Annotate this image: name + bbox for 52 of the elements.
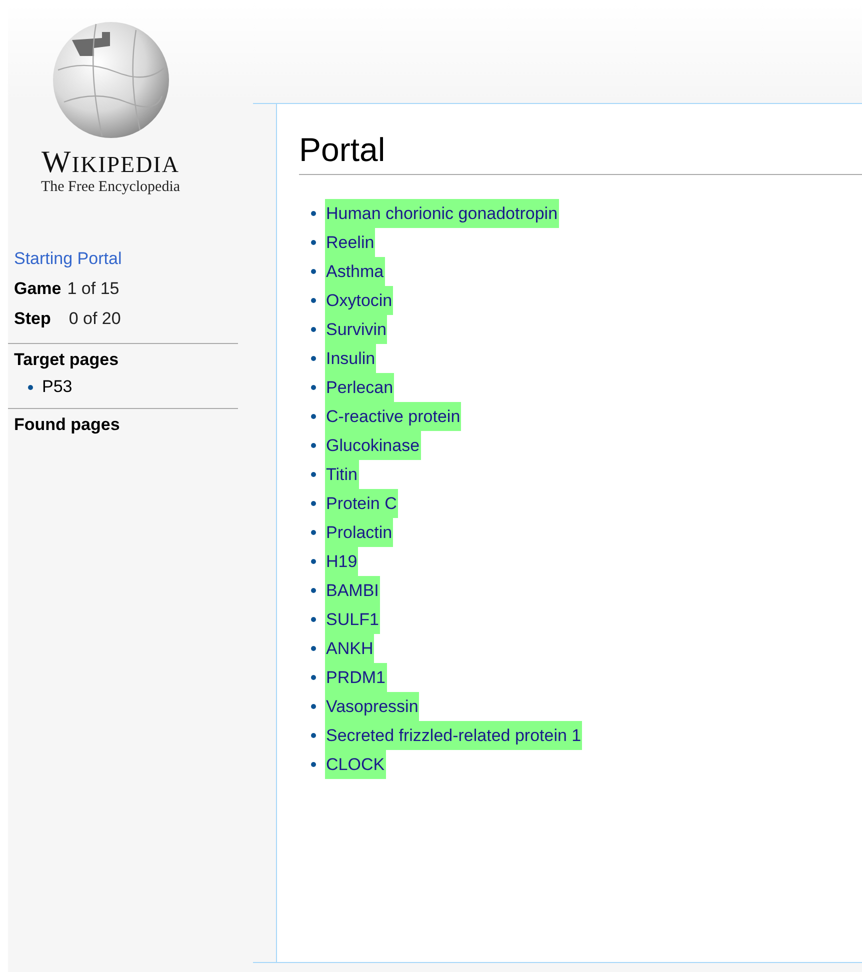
stat-label: Game bbox=[14, 278, 62, 300]
page-title: Portal bbox=[299, 128, 862, 175]
bullet-icon bbox=[311, 472, 316, 477]
tagline: The Free Encyclopedia bbox=[40, 179, 180, 196]
article-link[interactable]: ANKH bbox=[325, 634, 374, 663]
stat-value: 0 of 20 bbox=[68, 308, 121, 330]
article-link[interactable]: Glucokinase bbox=[325, 431, 421, 460]
bullet-icon bbox=[311, 269, 316, 274]
wikipedia-wordmark: WIKIPEDIA bbox=[42, 146, 180, 177]
article-link[interactable]: Reelin bbox=[325, 228, 376, 257]
article-link[interactable]: Vasopressin bbox=[325, 692, 420, 721]
bullet-icon bbox=[311, 762, 316, 767]
starting-portal-link[interactable]: Starting Portal bbox=[14, 244, 122, 274]
bullet-icon bbox=[311, 588, 316, 593]
article-link[interactable]: C-reactive protein bbox=[325, 402, 462, 431]
bullet-icon bbox=[311, 675, 316, 680]
target-pages-heading: Target pages bbox=[14, 349, 120, 371]
article-link[interactable]: Insulin bbox=[325, 344, 376, 373]
bullet-icon bbox=[311, 617, 316, 622]
found-pages-heading: Found pages bbox=[14, 414, 121, 436]
article-link[interactable]: Secreted frizzled-related protein 1 bbox=[325, 721, 582, 750]
article-link[interactable]: PRDM1 bbox=[325, 663, 387, 692]
bullet-icon bbox=[311, 443, 316, 448]
article-link[interactable]: Survivin bbox=[325, 315, 388, 344]
stat-label: Step bbox=[14, 308, 51, 330]
bullet-icon bbox=[311, 240, 316, 245]
article-link[interactable]: Asthma bbox=[325, 257, 385, 286]
article-link[interactable]: Prolactin bbox=[325, 518, 394, 547]
bullet-icon bbox=[311, 414, 316, 419]
bullet-icon bbox=[311, 501, 316, 506]
bullet-icon bbox=[311, 530, 316, 535]
bullet-icon bbox=[311, 211, 316, 216]
article-link[interactable]: Protein C bbox=[325, 489, 398, 518]
article-link[interactable]: Oxytocin bbox=[325, 286, 394, 315]
bullet-icon bbox=[311, 298, 316, 303]
article-link[interactable]: CLOCK bbox=[325, 750, 386, 779]
bullet-icon bbox=[311, 733, 316, 738]
article-link[interactable]: SULF1 bbox=[325, 605, 380, 634]
stat-value: 1 of 15 bbox=[67, 278, 120, 300]
bullet-icon bbox=[311, 704, 316, 709]
bullet-icon bbox=[28, 384, 33, 390]
bullet-icon bbox=[311, 559, 316, 564]
bullet-icon bbox=[311, 646, 316, 651]
article-link[interactable]: Perlecan bbox=[325, 373, 394, 402]
article-link[interactable]: Titin bbox=[325, 460, 358, 489]
article-link[interactable]: H19 bbox=[325, 547, 358, 576]
bullet-icon bbox=[311, 356, 316, 361]
article-link[interactable]: BAMBI bbox=[325, 576, 380, 605]
bullet-icon bbox=[311, 385, 316, 390]
target-page: P53 bbox=[42, 376, 72, 398]
bullet-icon bbox=[311, 327, 316, 332]
article-link[interactable]: Human chorionic gonadotropin bbox=[325, 199, 559, 228]
